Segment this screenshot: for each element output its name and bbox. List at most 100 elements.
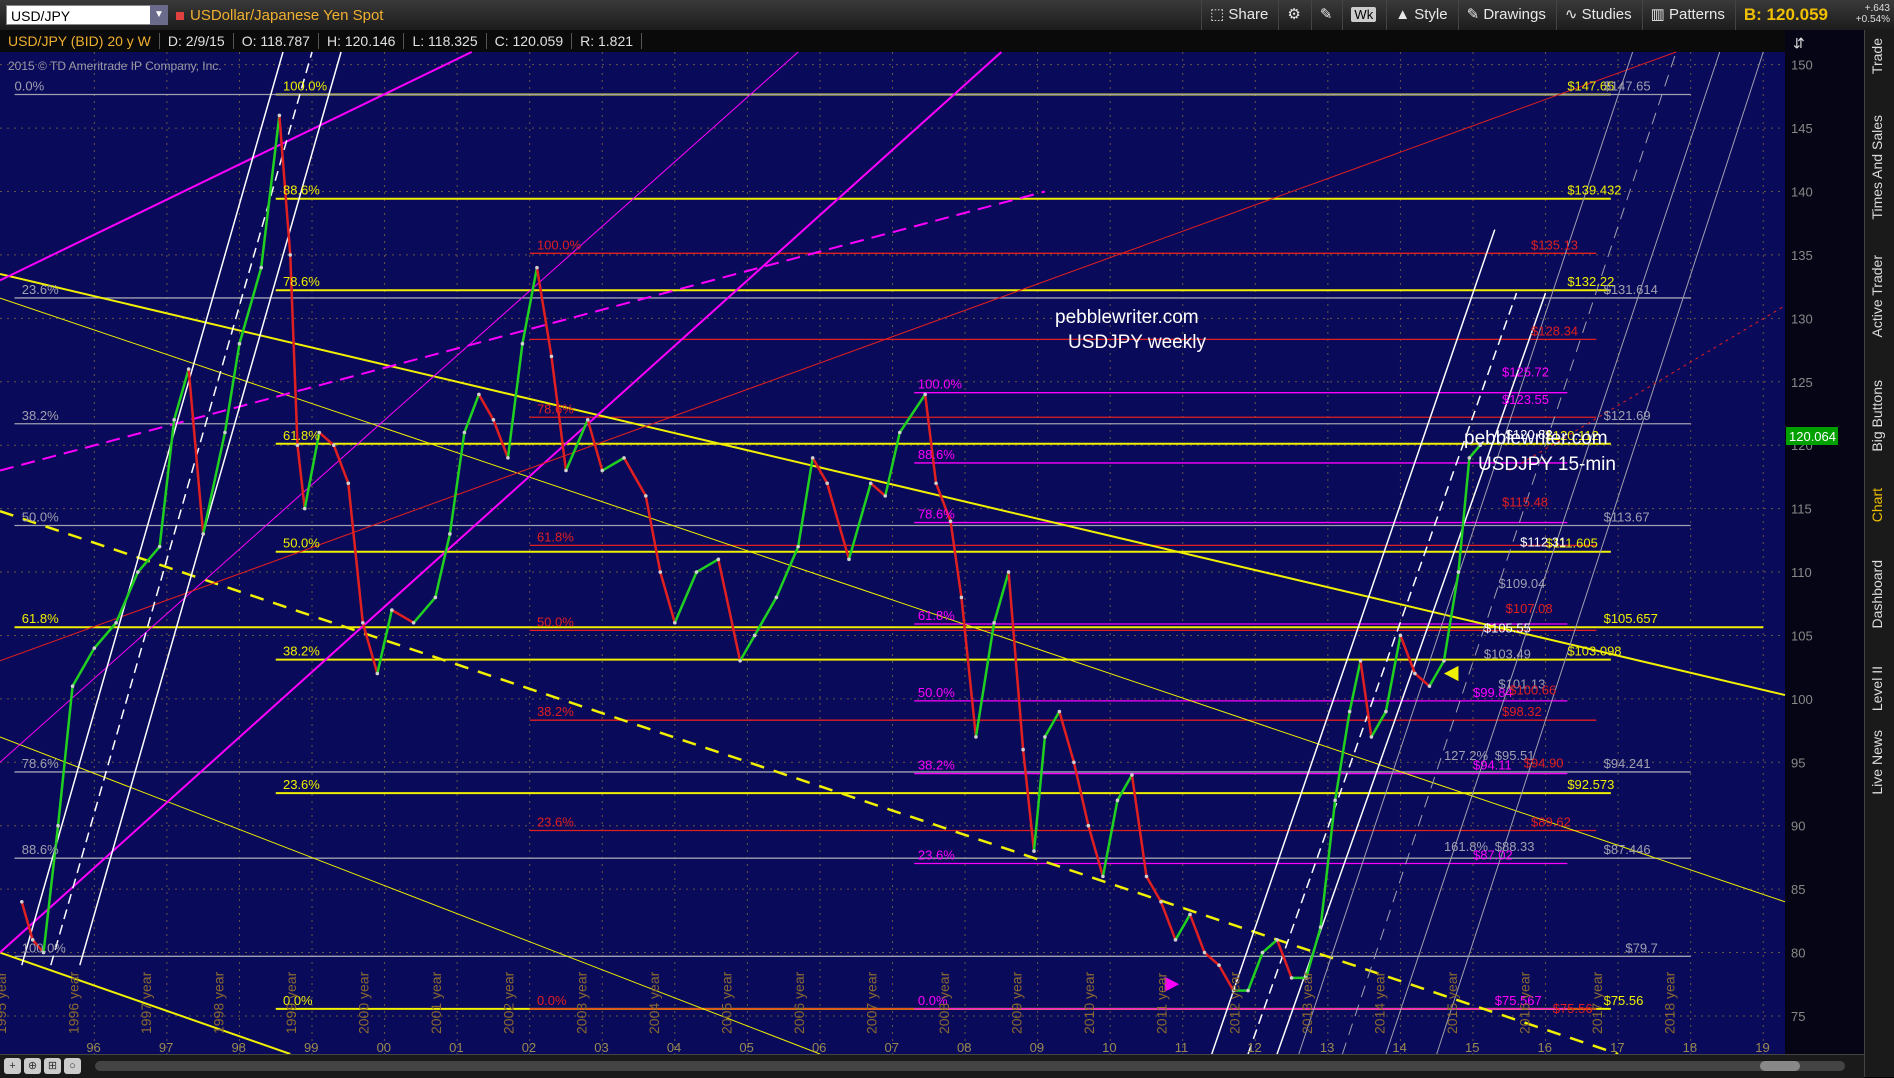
x-tick-label: 12 bbox=[1247, 1040, 1261, 1054]
x-tick-label: 16 bbox=[1538, 1040, 1552, 1054]
year-label: 2016 year bbox=[1517, 971, 1533, 1034]
zoom-icon[interactable]: ⊕ bbox=[24, 1058, 41, 1074]
symbol-input[interactable]: USD/JPY bbox=[6, 5, 168, 25]
price-point bbox=[201, 532, 205, 536]
y-tick-label: 100 bbox=[1791, 692, 1813, 707]
share-button[interactable]: ⬚ Share bbox=[1201, 0, 1276, 30]
scrollbar-thumb[interactable] bbox=[1760, 1061, 1800, 1071]
price-point bbox=[331, 443, 336, 447]
x-tick-label: 15 bbox=[1465, 1040, 1479, 1054]
price-point bbox=[186, 367, 191, 371]
fib-level-label: 50.0% bbox=[22, 509, 59, 524]
fib-level-label: 78.6% bbox=[22, 756, 59, 771]
price-chart[interactable]: ⇵ 100.0% $147.6588.6% $139.43278.6% $132.22… bbox=[0, 30, 1864, 1054]
price-point bbox=[237, 341, 242, 346]
price-point bbox=[361, 620, 365, 625]
price-point bbox=[1358, 659, 1363, 663]
aggregation-button[interactable]: Wk bbox=[1342, 0, 1384, 30]
inset-price-label: 161.8% bbox=[1444, 839, 1489, 854]
fib-price-label: $121.69 bbox=[1604, 408, 1651, 423]
price-point bbox=[1144, 874, 1149, 879]
inset-price-label: $109.04 bbox=[1498, 576, 1545, 591]
price-point bbox=[923, 392, 927, 397]
bottom-toolbar: + ⊕ ⊞ ○ bbox=[0, 1054, 1864, 1078]
year-label: 2012 year bbox=[1226, 971, 1242, 1034]
fib-price-label: $135.13 bbox=[1531, 237, 1578, 252]
symbol-dropdown-icon[interactable]: ▼ bbox=[150, 5, 168, 25]
price-point bbox=[1086, 823, 1091, 828]
inset-price-label: $112.31 bbox=[1520, 535, 1566, 550]
axis-settings-icon[interactable]: ⇵ bbox=[1793, 35, 1805, 51]
price-point bbox=[1275, 938, 1279, 942]
price-point bbox=[19, 899, 24, 904]
inset-price-label: $100.66 bbox=[1509, 682, 1556, 697]
year-label: 1996 year bbox=[65, 971, 81, 1034]
inset-price-label: $123.55 bbox=[1502, 392, 1549, 407]
price-point bbox=[92, 646, 97, 650]
price-point bbox=[1413, 671, 1417, 676]
fib-price-label: $139.432 bbox=[1567, 183, 1621, 198]
tab-chart[interactable]: Chart bbox=[1869, 488, 1885, 522]
fib-level-label: 38.2% bbox=[918, 758, 955, 773]
settings-icon[interactable]: ⚙ bbox=[1278, 0, 1308, 30]
fib-level-label: 78.6% bbox=[918, 507, 955, 522]
x-tick-label: 07 bbox=[885, 1040, 899, 1054]
price-point bbox=[1333, 798, 1337, 803]
style-button[interactable]: ▲ Style bbox=[1386, 0, 1455, 30]
tab-active-trader[interactable]: Active Trader bbox=[1869, 255, 1885, 337]
price-point bbox=[1173, 938, 1178, 942]
price-point bbox=[433, 595, 438, 600]
year-label: 2007 year bbox=[864, 971, 880, 1034]
price-point bbox=[157, 544, 162, 549]
fib-level-label: 88.6% bbox=[283, 183, 320, 198]
toggle-icon[interactable]: ○ bbox=[64, 1058, 81, 1074]
tab-live-news[interactable]: Live News bbox=[1869, 730, 1885, 795]
drawings-button[interactable]: ✎ Drawings bbox=[1457, 0, 1554, 30]
fib-price-label: $147.65 bbox=[1604, 78, 1651, 93]
price-point bbox=[375, 671, 380, 676]
fib-price-label: $87.446 bbox=[1604, 842, 1651, 857]
year-label: 1998 year bbox=[210, 971, 226, 1034]
tab-level-ii[interactable]: Level II bbox=[1869, 666, 1885, 711]
tab-trade[interactable]: Trade bbox=[1869, 38, 1885, 74]
aggregation-label: Wk bbox=[1351, 7, 1377, 22]
fib-level-label: 38.2% bbox=[283, 644, 320, 659]
price-point bbox=[70, 684, 75, 688]
fib-level-label: 78.6% bbox=[283, 274, 320, 289]
fib-level-label: 100.0% bbox=[918, 377, 963, 392]
studies-button[interactable]: ∿ Studies bbox=[1555, 0, 1640, 30]
current-price-label: 120.064 bbox=[1789, 429, 1836, 444]
y-tick-label: 75 bbox=[1791, 1009, 1805, 1024]
symbol-description: USDollar/Japanese Yen Spot bbox=[176, 7, 383, 24]
price-point bbox=[136, 570, 140, 574]
crosshair-icon[interactable]: + bbox=[4, 1058, 21, 1074]
price-point bbox=[1021, 747, 1025, 752]
year-label: 2014 year bbox=[1371, 971, 1387, 1034]
inset-price-label: $94.90 bbox=[1524, 756, 1564, 771]
x-tick-label: 03 bbox=[594, 1040, 608, 1054]
tab-times-and-sales[interactable]: Times And Sales bbox=[1869, 115, 1885, 220]
patterns-button[interactable]: ▥ Patterns bbox=[1641, 0, 1733, 30]
x-tick-label: 01 bbox=[449, 1040, 463, 1054]
fib-price-label: $105.657 bbox=[1604, 611, 1658, 626]
pan-icon[interactable]: ⊞ bbox=[44, 1058, 61, 1074]
year-label: 2017 year bbox=[1589, 971, 1605, 1034]
x-tick-label: 08 bbox=[957, 1040, 971, 1054]
fib-level-label: 23.6% bbox=[918, 847, 955, 862]
wrench-icon[interactable]: ✎ bbox=[1310, 0, 1341, 30]
price-point bbox=[738, 659, 742, 663]
price-point bbox=[1347, 709, 1352, 714]
x-tick-label: 17 bbox=[1610, 1040, 1624, 1054]
year-label: 2011 year bbox=[1154, 972, 1170, 1034]
fib-level-label: 38.2% bbox=[537, 704, 574, 719]
year-label: 2010 year bbox=[1081, 971, 1097, 1034]
price-point bbox=[774, 595, 779, 600]
fib-price-label: $75.56 bbox=[1604, 993, 1644, 1008]
tab-big-buttons[interactable]: Big Buttons bbox=[1869, 380, 1885, 452]
y-tick-label: 150 bbox=[1791, 58, 1813, 73]
tab-dashboard[interactable]: Dashboard bbox=[1869, 560, 1885, 629]
fib-level-label: 38.2% bbox=[22, 408, 59, 423]
y-tick-label: 80 bbox=[1791, 946, 1805, 961]
fib-level-label: 100.0% bbox=[283, 78, 328, 93]
time-scrollbar[interactable] bbox=[95, 1061, 1845, 1071]
